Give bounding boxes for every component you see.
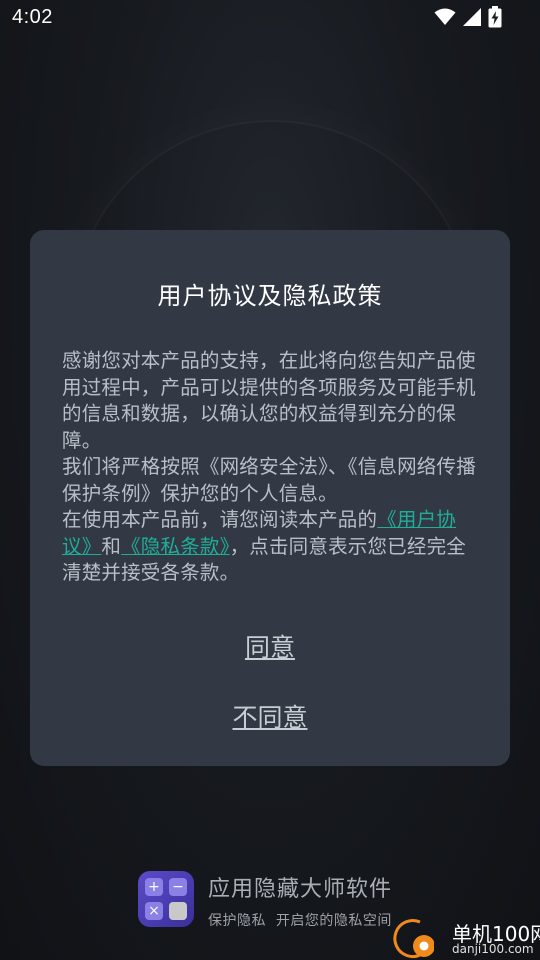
plus-icon: + [145, 878, 163, 896]
multiply-icon: × [145, 902, 163, 920]
privacy-dialog: 用户协议及隐私政策 感谢您对本产品的支持，在此将向您告知产品使用过程中，产品可以… [30, 230, 510, 766]
body-paragraph-2: 我们将严格按照《网络安全法》、《信息网络传播保护条例》保护您的个人信息。 [62, 455, 476, 505]
app-name: 应用隐藏大师软件 [208, 877, 393, 902]
watermark-logo-icon [393, 919, 434, 958]
status-time: 4:02 [12, 6, 53, 28]
agree-button[interactable]: 同意 [30, 628, 510, 664]
dialog-title: 用户协议及隐私政策 [157, 282, 383, 310]
apps-thumbnail-icon [169, 902, 187, 920]
disagree-button[interactable]: 不同意 [30, 698, 510, 734]
privacy-terms-link[interactable]: 《隐私条款》 [121, 535, 229, 558]
wifi-icon [434, 8, 456, 26]
signal-icon [462, 7, 482, 27]
status-bar: 4:02 [0, 0, 540, 36]
body-paragraph-3-prefix: 在使用本产品前，请您阅读本产品的 [62, 508, 378, 531]
dialog-body: 感谢您对本产品的支持，在此将向您告知产品使用过程中，产品可以提供的各项服务及可能… [62, 348, 482, 587]
app-logo-icon: + − × [138, 871, 194, 927]
body-paragraph-3: 在使用本产品前，请您阅读本产品的《用户协议》和《隐私条款》，点击同意表示您已经完… [62, 507, 482, 587]
watermark-url: danji100.com [452, 942, 534, 956]
body-paragraph-1: 感谢您对本产品的支持，在此将向您告知产品使用过程中，产品可以提供的各项服务及可能… [62, 349, 476, 452]
status-icons [434, 6, 502, 28]
site-watermark: 单机100网 danji100.com [390, 914, 540, 960]
app-slogan: 保护隐私 开启您的隐私空间 [208, 913, 392, 929]
minus-icon: − [169, 878, 187, 896]
conjunction-text: 和 [101, 534, 122, 558]
battery-charging-icon [488, 6, 502, 28]
